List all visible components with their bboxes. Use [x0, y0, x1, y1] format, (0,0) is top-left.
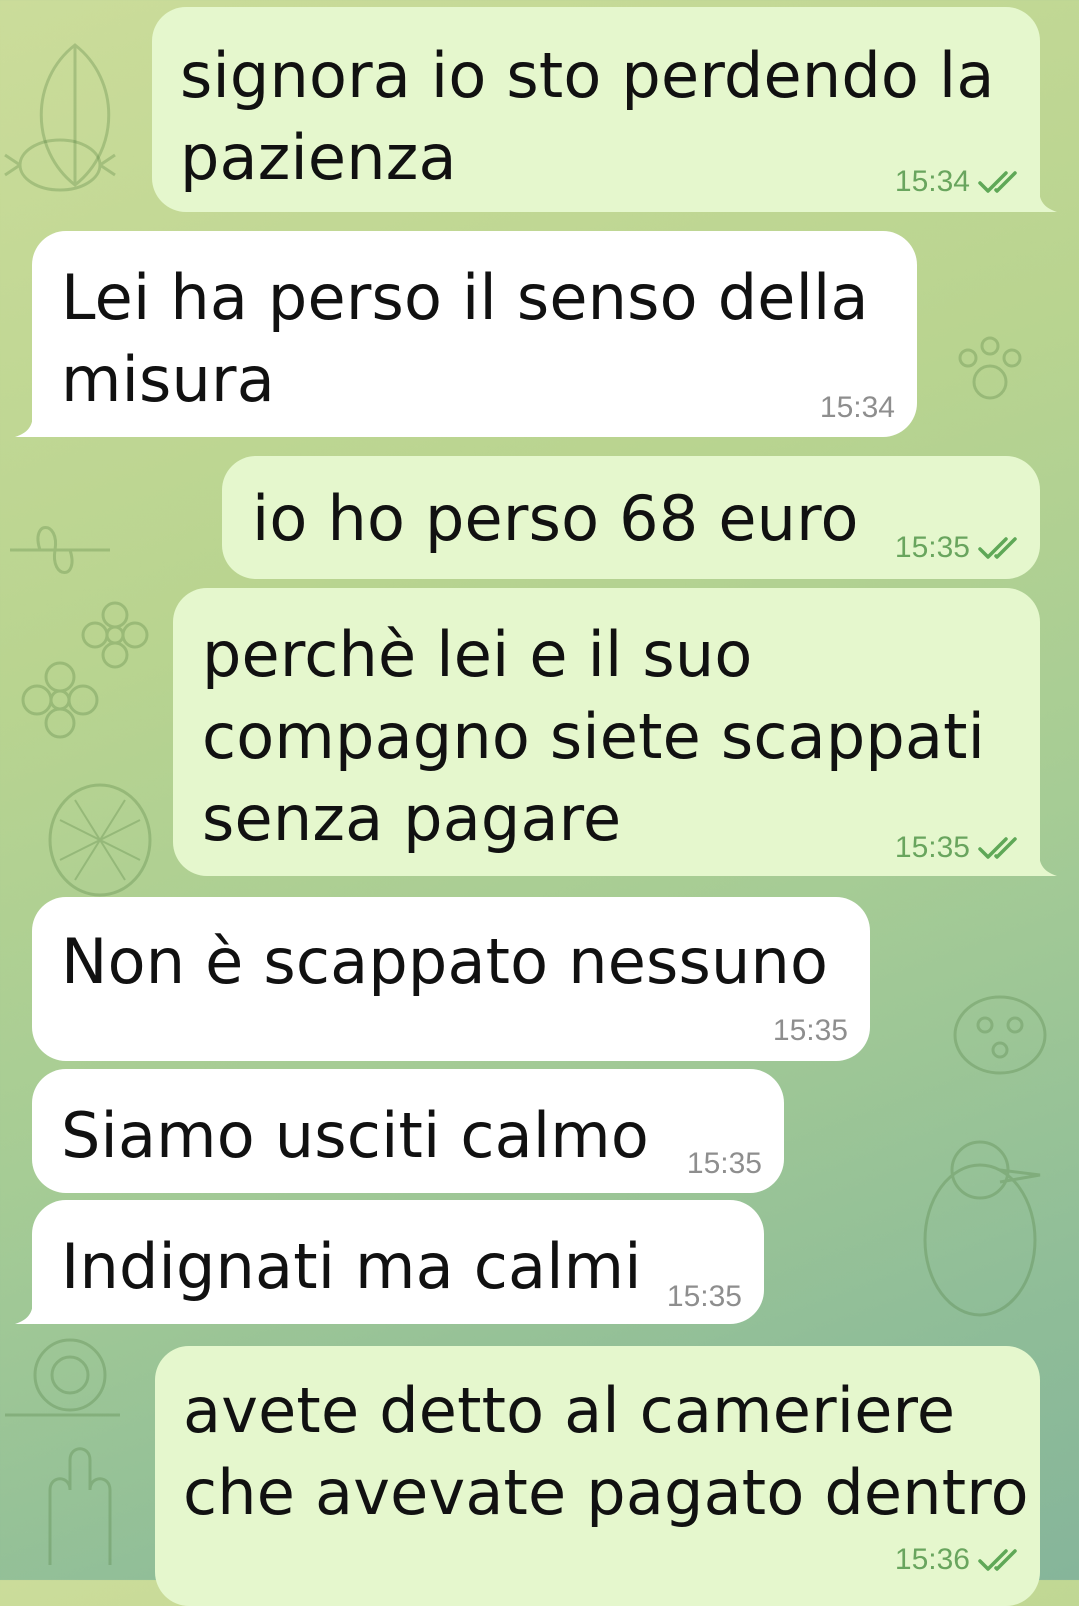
double-check-icon [978, 1548, 1024, 1572]
message-time: 15:35 [894, 531, 970, 564]
message-time: 15:35 [772, 1014, 848, 1047]
message-list[interactable]: signora io sto perdendo la pazienza 15:3… [0, 0, 1079, 1606]
message-bubble-outgoing[interactable]: signora io sto perdendo la pazienza 15:3… [152, 7, 1057, 212]
message-meta: 15:36 [895, 1543, 1024, 1577]
message-meta: 15:34 [895, 165, 1024, 199]
message-bubble-incoming[interactable]: Siamo usciti calmo 15:35 [32, 1069, 784, 1193]
bubble-tail [1039, 188, 1057, 212]
message-bubble-incoming[interactable]: Lei ha perso il senso della misura 15:34 [15, 231, 917, 437]
message-bubble-incoming[interactable]: Indignati ma calmi 15:35 [15, 1200, 764, 1324]
message-meta: 15:35 [667, 1280, 742, 1314]
message-text: io ho perso 68 euro [252, 482, 859, 555]
message-meta: 15:35 [773, 1014, 848, 1048]
message-bubble-incoming[interactable]: Non è scappato nessuno 15:35 [32, 897, 870, 1061]
message-time: 15:35 [686, 1147, 762, 1180]
message-bubble-outgoing[interactable]: avete detto al cameriere che avevate pag… [155, 1346, 1040, 1606]
message-text: Lei ha perso il senso della misura [61, 261, 869, 416]
double-check-icon [978, 536, 1024, 560]
message-text: Siamo usciti calmo [61, 1099, 649, 1172]
message-time: 15:35 [894, 831, 970, 864]
message-time: 15:35 [666, 1280, 742, 1313]
message-meta: 15:35 [895, 831, 1024, 865]
message-text: avete detto al cameriere che avevate pag… [183, 1374, 1029, 1529]
bubble-tail [15, 1300, 33, 1324]
double-check-icon [978, 170, 1024, 194]
message-text: Indignati ma calmi [61, 1230, 642, 1303]
message-time: 15:34 [819, 391, 895, 424]
message-meta: 15:35 [895, 531, 1024, 565]
message-bubble-outgoing[interactable]: io ho perso 68 euro 15:35 [222, 456, 1040, 579]
message-meta: 15:34 [820, 391, 895, 425]
message-text: signora io sto perdendo la pazienza [180, 39, 995, 194]
bubble-tail [1039, 852, 1057, 876]
bubble-tail [15, 413, 33, 437]
message-time: 15:34 [894, 165, 970, 198]
message-meta: 15:35 [687, 1147, 762, 1181]
message-text: Non è scappato nessuno [61, 925, 829, 998]
message-time: 15:36 [894, 1543, 970, 1576]
message-text: perchè lei e il suo compagno siete scapp… [202, 618, 986, 855]
double-check-icon [978, 836, 1024, 860]
message-bubble-outgoing[interactable]: perchè lei e il suo compagno siete scapp… [173, 588, 1057, 876]
